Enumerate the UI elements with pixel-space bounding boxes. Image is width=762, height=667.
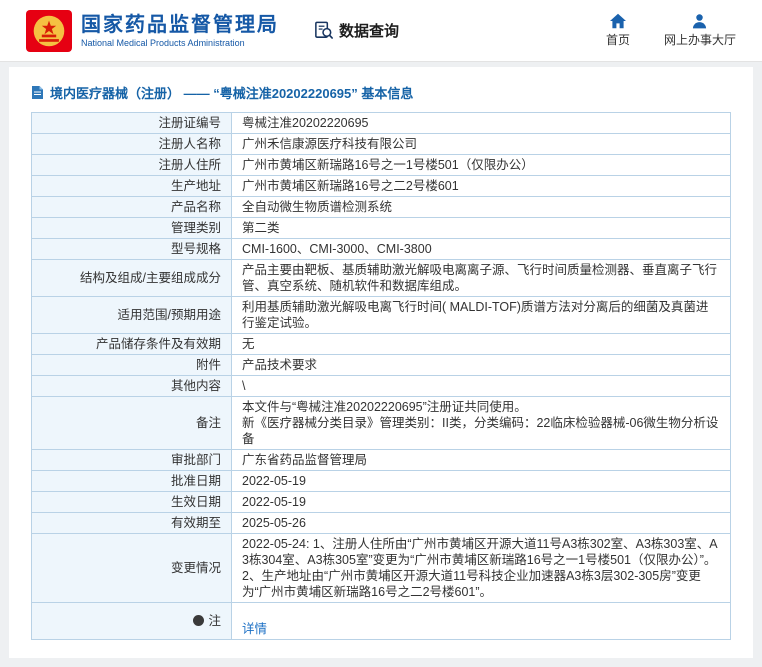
data-query-label: 数据查询: [339, 20, 399, 41]
field-value: 2025-05-26: [232, 513, 731, 534]
field-label: 结构及组成/主要组成成分: [32, 260, 232, 297]
table-row: 注册证编号 粤械注准20202220695: [32, 113, 731, 134]
field-label: 生效日期: [32, 492, 232, 513]
table-row: 审批部门 广东省药品监督管理局: [32, 450, 731, 471]
table-row: 型号规格 CMI-1600、CMI-3000、CMI-3800: [32, 239, 731, 260]
field-value: 产品主要由靶板、基质辅助激光解吸电离离子源、飞行时间质量检测器、垂直离子飞行管、…: [232, 260, 731, 297]
field-label: 注册人名称: [32, 134, 232, 155]
note-dot-icon: [193, 615, 204, 626]
field-value: 广州市黄埔区新瑞路16号之二2号楼601: [232, 176, 731, 197]
table-row: 注册人名称 广州禾信康源医疗科技有限公司: [32, 134, 731, 155]
home-icon: [609, 13, 627, 29]
document-search-icon: [313, 20, 334, 41]
table-row: 生效日期 2022-05-19: [32, 492, 731, 513]
field-label-note: 注: [32, 603, 232, 640]
field-value: 产品技术要求: [232, 355, 731, 376]
field-label: 备注: [32, 397, 232, 450]
table-row: 有效期至 2025-05-26: [32, 513, 731, 534]
nav-home-label: 首页: [606, 31, 630, 48]
field-label: 管理类别: [32, 218, 232, 239]
table-row-note: 注 详情: [32, 603, 731, 640]
detail-link[interactable]: 详情: [242, 622, 267, 636]
field-label: 有效期至: [32, 513, 232, 534]
field-label: 生产地址: [32, 176, 232, 197]
breadcrumb: 境内医疗器械（注册） —— “粤械注准20202220695” 基本信息: [31, 79, 731, 112]
field-value: 全自动微生物质谱检测系统: [232, 197, 731, 218]
field-label: 产品储存条件及有效期: [32, 334, 232, 355]
field-label: 审批部门: [32, 450, 232, 471]
site-header: 国家药品监督管理局 National Medical Products Admi…: [0, 0, 762, 62]
field-value: 2022-05-24: 1、注册人住所由“广州市黄埔区开源大道11号A3栋302…: [232, 534, 731, 603]
field-value: 粤械注准20202220695: [232, 113, 731, 134]
field-label: 适用范围/预期用途: [32, 297, 232, 334]
nav-item-service-hall[interactable]: 网上办事大厅: [664, 13, 736, 48]
table-row: 附件 产品技术要求: [32, 355, 731, 376]
document-icon: [31, 85, 44, 100]
nav-service-hall-label: 网上办事大厅: [664, 31, 736, 48]
field-label: 型号规格: [32, 239, 232, 260]
field-value: 本文件与“粤械注准20202220695”注册证共同使用。 新《医疗器械分类目录…: [232, 397, 731, 450]
field-value: \: [232, 376, 731, 397]
table-row: 产品名称 全自动微生物质谱检测系统: [32, 197, 731, 218]
field-value: 无: [232, 334, 731, 355]
table-row: 适用范围/预期用途 利用基质辅助激光解吸电离飞行时间( MALDI-TOF)质谱…: [32, 297, 731, 334]
field-value: 广州市黄埔区新瑞路16号之一1号楼501（仅限办公）: [232, 155, 731, 176]
registration-info-table: 注册证编号 粤械注准20202220695 注册人名称 广州禾信康源医疗科技有限…: [31, 112, 731, 640]
field-value: 广东省药品监督管理局: [232, 450, 731, 471]
table-row: 注册人住所 广州市黄埔区新瑞路16号之一1号楼501（仅限办公）: [32, 155, 731, 176]
field-value: CMI-1600、CMI-3000、CMI-3800: [232, 239, 731, 260]
field-value: 广州禾信康源医疗科技有限公司: [232, 134, 731, 155]
field-label: 附件: [32, 355, 232, 376]
field-value: 第二类: [232, 218, 731, 239]
table-row: 变更情况 2022-05-24: 1、注册人住所由“广州市黄埔区开源大道11号A…: [32, 534, 731, 603]
table-row: 结构及组成/主要组成成分 产品主要由靶板、基质辅助激光解吸电离离子源、飞行时间质…: [32, 260, 731, 297]
national-emblem-icon: [26, 10, 72, 52]
org-name-en: National Medical Products Administration: [81, 38, 279, 49]
header-nav: 首页 网上办事大厅: [606, 13, 744, 48]
field-value: 2022-05-19: [232, 492, 731, 513]
field-label: 注册人住所: [32, 155, 232, 176]
table-row: 批准日期 2022-05-19: [32, 471, 731, 492]
field-label: 变更情况: [32, 534, 232, 603]
field-value: 利用基质辅助激光解吸电离飞行时间( MALDI-TOF)质谱方法对分离后的细菌及…: [232, 297, 731, 334]
table-row: 其他内容 \: [32, 376, 731, 397]
field-value-note: 详情: [232, 603, 731, 640]
main-area: 境内医疗器械（注册） —— “粤械注准20202220695” 基本信息 注册证…: [0, 62, 762, 667]
content-panel: 境内医疗器械（注册） —— “粤械注准20202220695” 基本信息 注册证…: [9, 67, 753, 658]
nav-item-home[interactable]: 首页: [606, 13, 630, 48]
data-query-button[interactable]: 数据查询: [313, 20, 399, 41]
field-value: 2022-05-19: [232, 471, 731, 492]
person-icon: [691, 13, 708, 29]
org-name-cn: 国家药品监督管理局: [81, 13, 279, 37]
field-label: 产品名称: [32, 197, 232, 218]
field-label: 注册证编号: [32, 113, 232, 134]
table-row: 备注 本文件与“粤械注准20202220695”注册证共同使用。 新《医疗器械分…: [32, 397, 731, 450]
field-label: 批准日期: [32, 471, 232, 492]
table-row: 管理类别 第二类: [32, 218, 731, 239]
note-label: 注: [208, 614, 221, 628]
page-title: 境内医疗器械（注册） —— “粤械注准20202220695” 基本信息: [50, 83, 413, 102]
org-title-block: 国家药品监督管理局 National Medical Products Admi…: [81, 13, 279, 49]
table-row: 产品储存条件及有效期 无: [32, 334, 731, 355]
field-label: 其他内容: [32, 376, 232, 397]
table-row: 生产地址 广州市黄埔区新瑞路16号之二2号楼601: [32, 176, 731, 197]
